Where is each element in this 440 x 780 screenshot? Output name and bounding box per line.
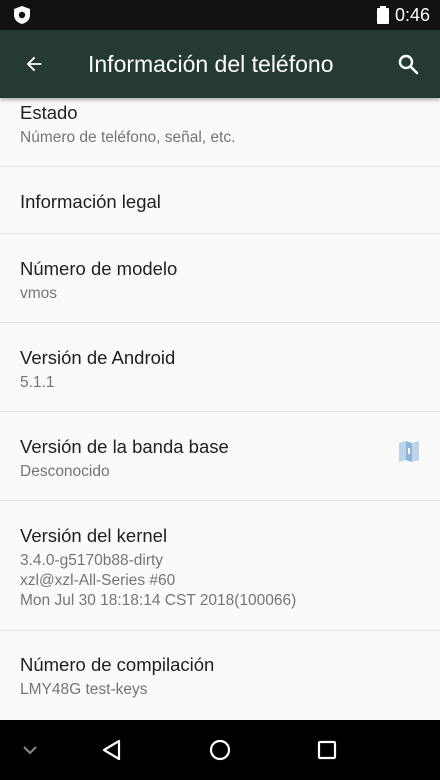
item-subtitle: Desconocido (20, 463, 110, 480)
item-title: Número de modelo (20, 258, 178, 279)
item-title: Número de compilación (20, 654, 215, 675)
back-triangle-icon (102, 739, 121, 761)
status-bar: 0:46 (0, 0, 440, 30)
list-item-version-kernel[interactable]: Versión del kernel 3.4.0-g5170b88-dirty … (0, 501, 440, 631)
item-subtitle: 5.1.1 (20, 374, 55, 391)
item-title: Estado (20, 102, 78, 123)
nav-back-button[interactable] (82, 720, 142, 780)
list-item-numero-modelo[interactable]: Número de modelo vmos (0, 234, 440, 323)
item-subtitle-line: 3.4.0-g5170b88-dirty (20, 552, 164, 569)
back-button[interactable] (14, 44, 54, 84)
battery-icon (376, 6, 389, 24)
item-title: Versión del kernel (20, 525, 168, 546)
hide-keyboard-button[interactable] (0, 720, 60, 780)
item-subtitle: LMY48G test-keys (20, 681, 148, 698)
nav-recents-button[interactable] (297, 720, 357, 780)
item-subtitle: vmos (20, 285, 58, 302)
chevron-down-icon (23, 746, 37, 755)
item-title: Versión de Android (20, 347, 176, 368)
item-title: Versión de la banda base (20, 436, 229, 457)
item-subtitle: Número de teléfono, señal, etc. (20, 129, 236, 146)
search-button[interactable] (388, 44, 428, 84)
page-title: Información del teléfono (88, 51, 334, 77)
recents-square-icon (317, 740, 337, 760)
settings-list: Estado Número de teléfono, señal, etc. I… (0, 98, 440, 720)
arrow-back-icon (26, 56, 42, 72)
item-subtitle-line: xzl@xzl-All-Series #60 (20, 572, 176, 589)
item-title: Información legal (20, 191, 161, 212)
list-item-numero-compilacion[interactable]: Número de compilación LMY48G test-keys (0, 631, 440, 720)
list-item-version-android[interactable]: Versión de Android 5.1.1 (0, 323, 440, 412)
vpn-shield-icon (14, 6, 30, 24)
list-item-informacion-legal[interactable]: Información legal (0, 167, 440, 234)
status-clock: 0:46 (394, 4, 430, 25)
navigation-bar (0, 720, 440, 780)
home-circle-icon (209, 739, 231, 761)
nav-home-button[interactable] (190, 720, 250, 780)
item-subtitle-line: Mon Jul 30 18:18:14 CST 2018(100066) (20, 592, 297, 609)
search-icon (398, 54, 419, 75)
list-item-banda-base[interactable]: Versión de la banda base Desconocido (0, 412, 440, 501)
document-icon (399, 441, 419, 462)
app-toolbar: Información del teléfono (0, 30, 440, 98)
list-item-estado[interactable]: Estado Número de teléfono, señal, etc. (0, 98, 440, 167)
